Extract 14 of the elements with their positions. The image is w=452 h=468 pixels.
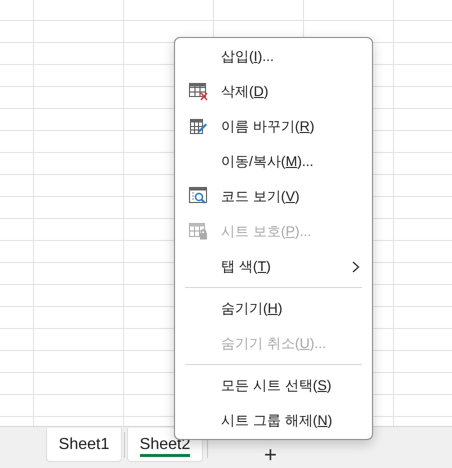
menu-item[interactable]: 모든 시트 선택(S): [175, 368, 372, 403]
menu-item[interactable]: 이름 바꾸기(R): [175, 109, 372, 144]
grid-pencil-icon: [190, 118, 208, 134]
menu-item[interactable]: 탭 색(T): [175, 249, 372, 284]
menu-item[interactable]: 숨기기(H): [175, 291, 372, 326]
add-sheet-button[interactable]: +: [260, 445, 281, 465]
grid-delete-icon: [189, 82, 209, 100]
window-magnifier-icon: [189, 187, 209, 206]
sheet-tab[interactable]: Sheet1: [46, 428, 122, 462]
grid-lock-icon: [189, 223, 209, 240]
menu-item[interactable]: 코드 보기(V): [175, 179, 372, 214]
menu-item[interactable]: 삭제(D): [175, 74, 372, 109]
menu-item[interactable]: 이동/복사(M)...: [175, 144, 372, 179]
menu-item[interactable]: 삽입(I)...: [175, 39, 372, 74]
